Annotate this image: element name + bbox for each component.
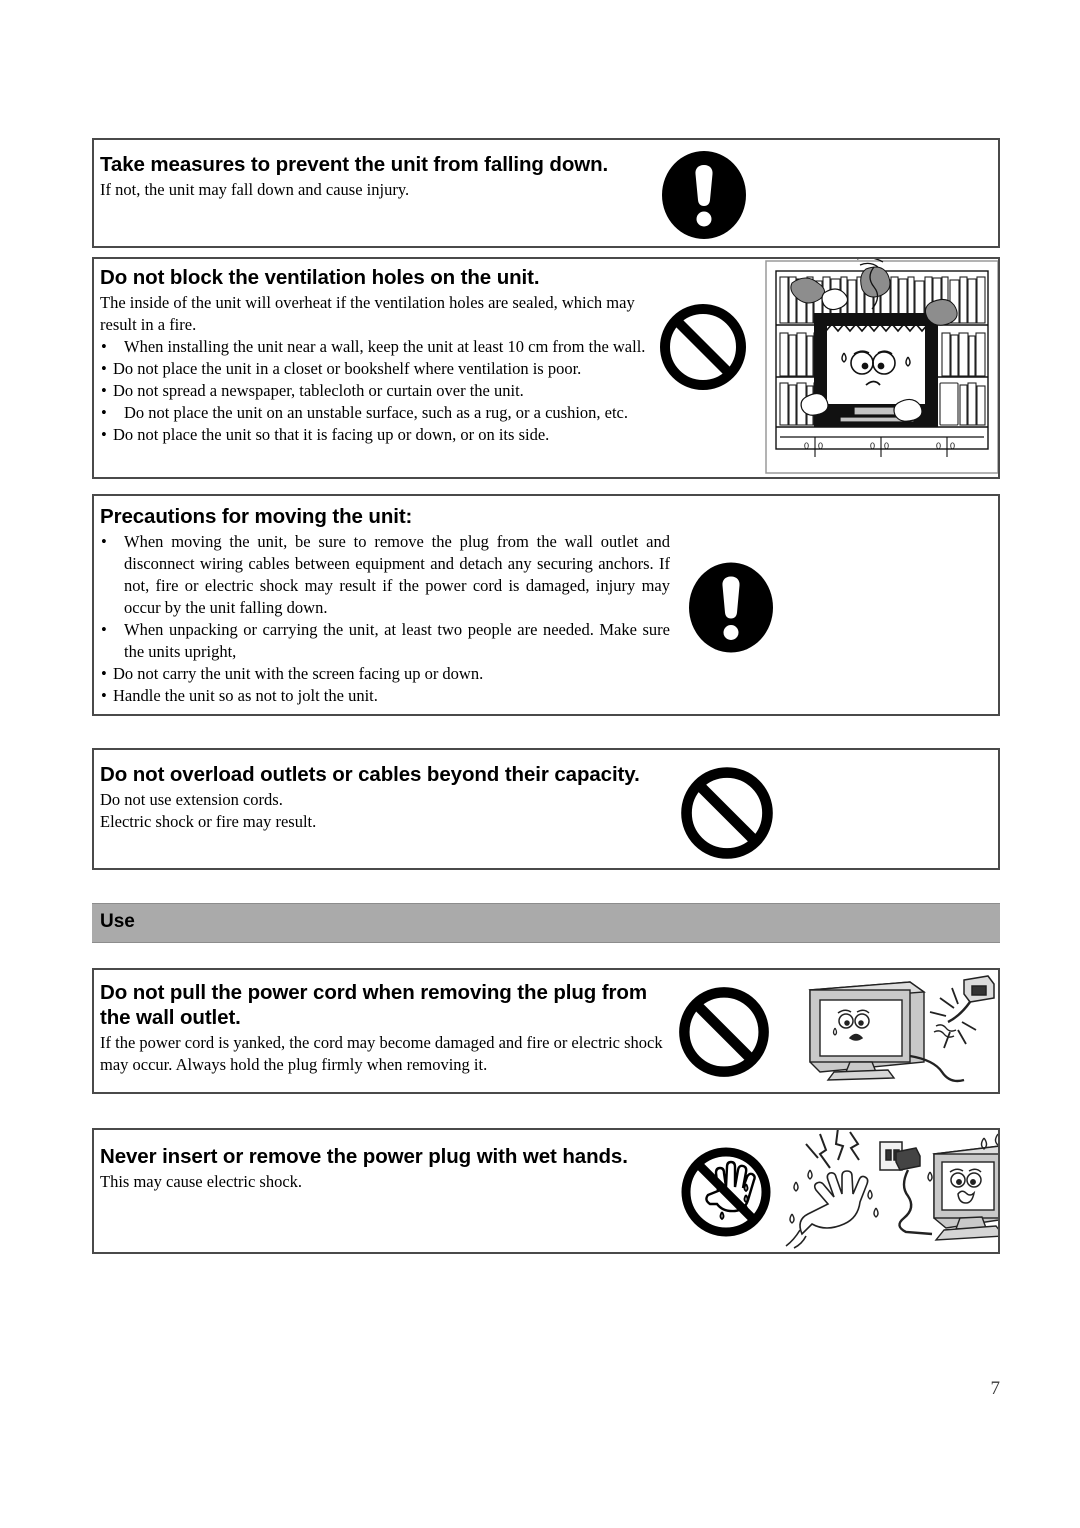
warning-box-overload-outlets: Do not overload outlets or cables beyond… xyxy=(92,748,1000,870)
prohibition-icon xyxy=(681,767,773,859)
warning-box-moving-unit: Precautions for moving the unit: When mo… xyxy=(92,494,1000,716)
list-item: Handle the unit so as not to jolt the un… xyxy=(100,685,670,707)
box-heading: Do not overload outlets or cables beyond… xyxy=(100,763,640,786)
list-item: When unpacking or carrying the unit, at … xyxy=(100,619,670,663)
wet-hand-electric-shock-tv-illustration xyxy=(785,1130,998,1249)
svg-text:0: 0 xyxy=(870,441,875,451)
list-item: Do not spread a newspaper, tablecloth or… xyxy=(100,380,658,402)
prohibition-icon xyxy=(679,987,769,1077)
box-heading: Do not block the ventilation holes on th… xyxy=(100,266,540,289)
svg-text:0: 0 xyxy=(950,441,955,451)
exclamation-mark-icon xyxy=(662,151,746,239)
box-heading: Never insert or remove the power plug wi… xyxy=(100,1145,628,1168)
list-item: Do not place the unit in a closet or boo… xyxy=(100,358,658,380)
exclamation-mark-icon xyxy=(689,562,773,653)
prohibition-icon xyxy=(660,304,746,390)
list-item: Do not carry the unit with the screen fa… xyxy=(100,663,670,685)
section-header-label: Use xyxy=(100,911,135,932)
box-heading: Do not pull the power cord when removing… xyxy=(100,981,647,1029)
tv-in-bookshelf-overheating-illustration: 00 00 00 xyxy=(765,259,998,474)
warning-box-power-cord-pull: Do not pull the power cord when removing… xyxy=(92,968,1000,1094)
manual-page: Take measures to prevent the unit from f… xyxy=(0,0,1080,1528)
list-item: Do not place the unit on an unstable sur… xyxy=(100,402,658,424)
svg-text:0: 0 xyxy=(936,441,941,451)
list-item: When installing the unit near a wall, ke… xyxy=(100,336,658,358)
box-heading: Take measures to prevent the unit from f… xyxy=(100,153,609,176)
bullet-list: When installing the unit near a wall, ke… xyxy=(100,336,658,446)
list-item: Do not place the unit so that it is faci… xyxy=(100,424,658,446)
section-header-use: Use xyxy=(92,903,1000,943)
box-body-line-2: Electric shock or fire may result. xyxy=(100,812,317,831)
no-wet-hands-icon xyxy=(681,1147,771,1237)
box-body-text: The inside of the unit will overheat if … xyxy=(100,293,635,334)
tv-with-yanked-power-cord-illustration xyxy=(808,975,995,1083)
box-heading: Precautions for moving the unit: xyxy=(100,505,413,528)
warning-box-ventilation-holes: Do not block the ventilation holes on th… xyxy=(92,257,1000,479)
bullet-list: When moving the unit, be sure to remove … xyxy=(100,531,670,707)
svg-text:0: 0 xyxy=(818,441,823,451)
box-body-text: If not, the unit may fall down and cause… xyxy=(100,180,410,199)
svg-text:0: 0 xyxy=(804,441,809,451)
box-body-line-1: Do not use extension cords. xyxy=(100,790,283,809)
list-item: When moving the unit, be sure to remove … xyxy=(100,531,670,619)
warning-box-wet-hands: Never insert or remove the power plug wi… xyxy=(92,1128,1000,1254)
warning-box-falling-down: Take measures to prevent the unit from f… xyxy=(92,138,1000,248)
box-body-text: This may cause electric shock. xyxy=(100,1172,303,1191)
box-body-text: If the power cord is yanked, the cord ma… xyxy=(100,1033,663,1074)
page-number: 7 xyxy=(990,1378,1001,1399)
svg-text:0: 0 xyxy=(884,441,889,451)
